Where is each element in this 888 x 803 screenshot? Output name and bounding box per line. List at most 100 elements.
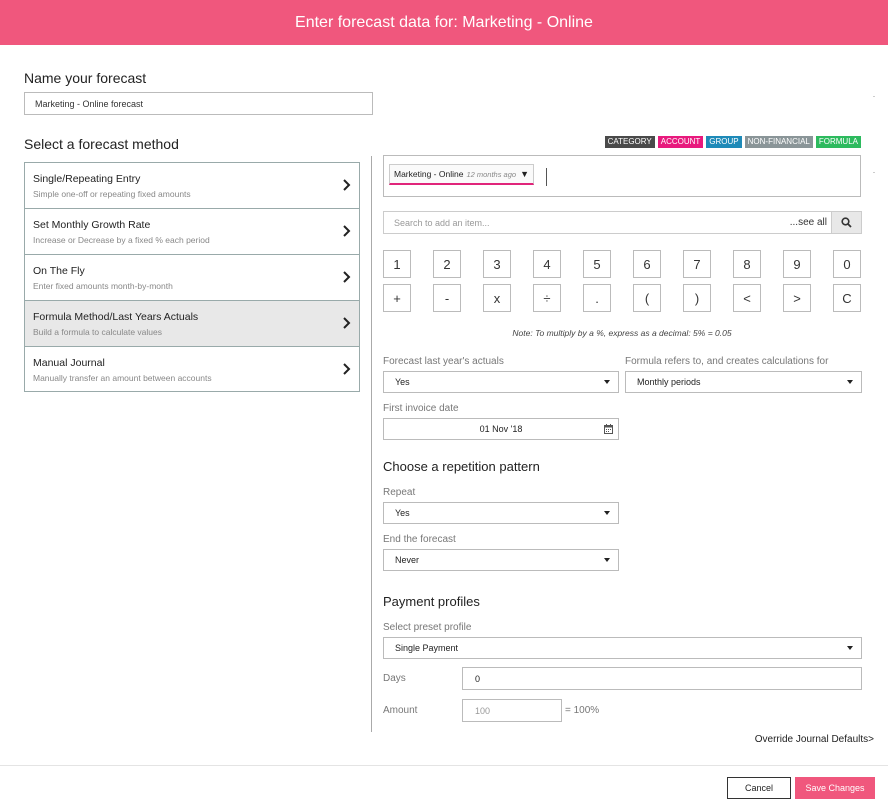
- forecast-last-year-value: Yes: [395, 377, 410, 387]
- forecast-name-input[interactable]: Marketing - Online forecast: [24, 92, 373, 115]
- end-forecast-label: End the forecast: [383, 534, 456, 545]
- repeat-select[interactable]: Yes: [383, 502, 619, 524]
- dropdown-arrow-icon: [604, 511, 610, 515]
- method-subtitle: Simple one-off or repeating fixed amount…: [33, 189, 191, 199]
- key-8[interactable]: 8: [733, 250, 761, 278]
- text-cursor: [546, 168, 547, 186]
- method-monthly-growth[interactable]: Set Monthly Growth Rate Increase or Decr…: [25, 209, 359, 255]
- key-open-paren[interactable]: (: [633, 284, 661, 312]
- panel-divider: [371, 156, 372, 732]
- preset-profile-select[interactable]: Single Payment: [383, 637, 862, 659]
- chevron-right-icon: [343, 179, 351, 191]
- preset-profile-value: Single Payment: [395, 643, 459, 653]
- search-icon: [841, 217, 852, 228]
- item-search-bar: ...see all: [383, 211, 862, 234]
- formula-editor[interactable]: Marketing - Online 12 months ago ▼: [383, 155, 861, 197]
- first-invoice-label: First invoice date: [383, 403, 459, 414]
- days-label: Days: [383, 673, 406, 684]
- key-5[interactable]: 5: [583, 250, 611, 278]
- item-type-legend: CATEGORY ACCOUNT GROUP NON-FINANCIAL FOR…: [604, 136, 861, 148]
- key-less-than[interactable]: <: [733, 284, 761, 312]
- days-input[interactable]: 0: [462, 667, 862, 690]
- key-2[interactable]: 2: [433, 250, 461, 278]
- amount-label: Amount: [383, 705, 418, 716]
- key-4[interactable]: 4: [533, 250, 561, 278]
- key-6[interactable]: 6: [633, 250, 661, 278]
- forecast-method-label: Select a forecast method: [24, 136, 179, 152]
- dropdown-arrow-icon: [604, 558, 610, 562]
- method-title: Set Monthly Growth Rate: [33, 219, 151, 231]
- caret-down-icon[interactable]: ▼: [520, 169, 529, 179]
- amount-input[interactable]: 100: [462, 699, 562, 722]
- scroll-tick: [873, 172, 875, 173]
- method-subtitle: Manually transfer an amount between acco…: [33, 373, 212, 383]
- key-7[interactable]: 7: [683, 250, 711, 278]
- item-search-input[interactable]: [384, 212, 786, 233]
- key-multiply[interactable]: x: [483, 284, 511, 312]
- amount-suffix: = 100%: [565, 705, 600, 716]
- method-subtitle: Enter fixed amounts month-by-month: [33, 281, 173, 291]
- multiply-note: Note: To multiply by a %, express as a d…: [512, 328, 732, 338]
- modal-header: Enter forecast data for: Marketing - Onl…: [0, 0, 888, 45]
- method-title: Manual Journal: [33, 357, 105, 369]
- override-journal-defaults-link[interactable]: Override Journal Defaults>: [755, 734, 874, 745]
- key-divide[interactable]: ÷: [533, 284, 561, 312]
- tag-formula: FORMULA: [815, 136, 861, 148]
- method-formula[interactable]: Formula Method/Last Years Actuals Build …: [25, 301, 359, 347]
- method-subtitle: Build a formula to calculate values: [33, 327, 162, 337]
- end-forecast-value: Never: [395, 555, 420, 565]
- method-on-the-fly[interactable]: On The Fly Enter fixed amounts month-by-…: [25, 255, 359, 301]
- key-greater-than[interactable]: >: [783, 284, 811, 312]
- first-invoice-date-input[interactable]: 01 Nov '18: [383, 418, 619, 440]
- tag-group: GROUP: [706, 136, 742, 148]
- tag-account: ACCOUNT: [657, 136, 704, 148]
- method-title: Formula Method/Last Years Actuals: [33, 311, 199, 323]
- account-chip[interactable]: Marketing - Online 12 months ago ▼: [389, 164, 534, 185]
- key-plus[interactable]: +: [383, 284, 411, 312]
- key-clear[interactable]: C: [833, 284, 861, 312]
- preset-profile-label: Select preset profile: [383, 622, 472, 633]
- dropdown-arrow-icon: [604, 380, 610, 384]
- formula-refers-value: Monthly periods: [637, 377, 701, 387]
- cancel-button[interactable]: Cancel: [727, 777, 791, 799]
- key-close-paren[interactable]: ): [683, 284, 711, 312]
- key-0[interactable]: 0: [833, 250, 861, 278]
- tag-non-financial: NON-FINANCIAL: [744, 136, 813, 148]
- forecast-last-year-select[interactable]: Yes: [383, 371, 619, 393]
- dropdown-arrow-icon: [847, 380, 853, 384]
- method-manual-journal[interactable]: Manual Journal Manually transfer an amou…: [25, 347, 359, 391]
- tag-category: CATEGORY: [604, 136, 655, 148]
- key-9[interactable]: 9: [783, 250, 811, 278]
- key-3[interactable]: 3: [483, 250, 511, 278]
- chevron-right-icon: [343, 317, 351, 329]
- chevron-right-icon: [343, 225, 351, 237]
- key-decimal[interactable]: .: [583, 284, 611, 312]
- formula-refers-label: Formula refers to, and creates calculati…: [625, 356, 829, 367]
- account-chip-name: Marketing - Online: [394, 169, 464, 179]
- key-1[interactable]: 1: [383, 250, 411, 278]
- method-title: On The Fly: [33, 265, 85, 277]
- chevron-right-icon: [343, 363, 351, 375]
- scroll-tick: [873, 96, 875, 97]
- calendar-icon[interactable]: [604, 424, 613, 434]
- repeat-label: Repeat: [383, 487, 416, 498]
- method-title: Single/Repeating Entry: [33, 173, 141, 185]
- forecast-method-list: Single/Repeating Entry Simple one-off or…: [24, 162, 360, 392]
- save-changes-button[interactable]: Save Changes: [795, 777, 875, 799]
- forecast-name-label: Name your forecast: [24, 70, 147, 86]
- key-minus[interactable]: -: [433, 284, 461, 312]
- see-all-link[interactable]: ...see all: [786, 212, 831, 233]
- method-single-repeating[interactable]: Single/Repeating Entry Simple one-off or…: [25, 163, 359, 209]
- first-invoice-date-value: 01 Nov '18: [479, 424, 523, 434]
- modal-title: Enter forecast data for: Marketing - Onl…: [295, 13, 593, 31]
- forecast-last-year-label: Forecast last year's actuals: [383, 356, 504, 367]
- repeat-value: Yes: [395, 508, 410, 518]
- account-chip-period: 12 months ago: [466, 169, 517, 179]
- payment-profiles-heading: Payment profiles: [383, 594, 480, 609]
- method-subtitle: Increase or Decrease by a fixed % each p…: [33, 235, 210, 245]
- chevron-right-icon: [343, 271, 351, 283]
- footer-divider: [0, 765, 888, 766]
- formula-refers-select[interactable]: Monthly periods: [625, 371, 862, 393]
- end-forecast-select[interactable]: Never: [383, 549, 619, 571]
- search-button[interactable]: [831, 212, 861, 233]
